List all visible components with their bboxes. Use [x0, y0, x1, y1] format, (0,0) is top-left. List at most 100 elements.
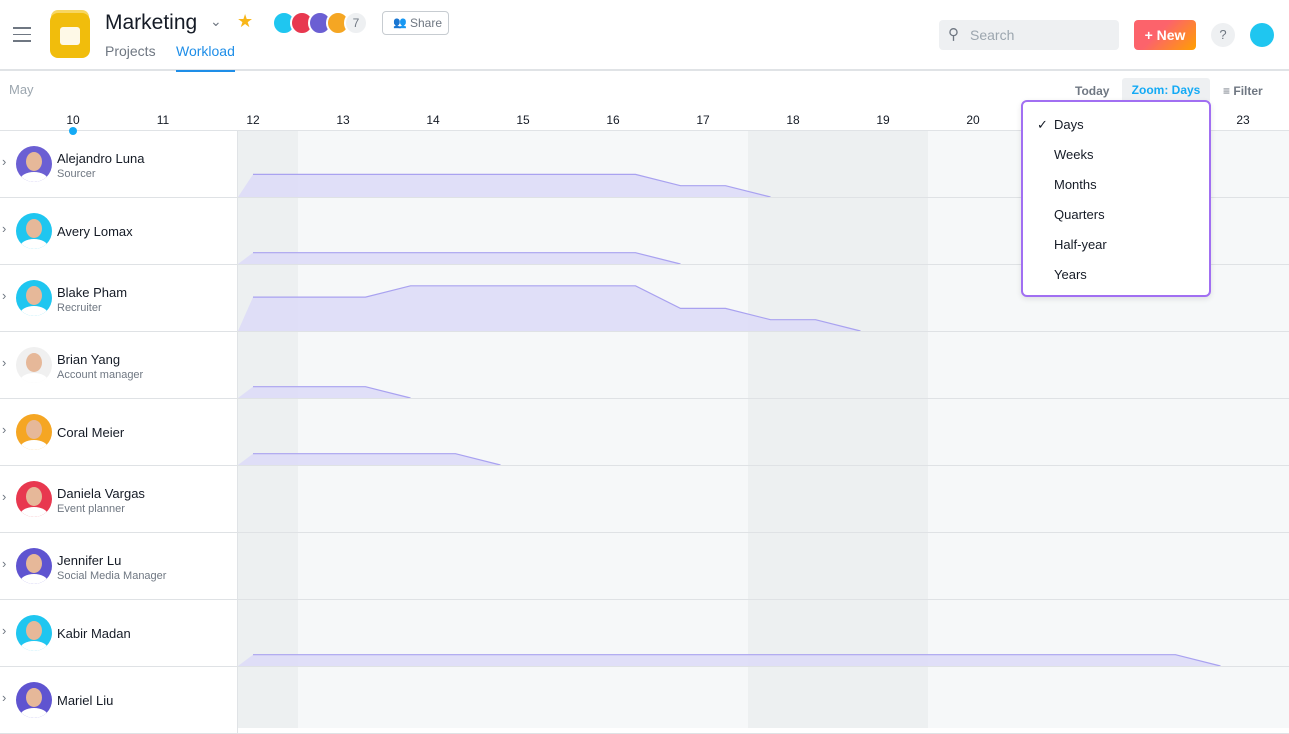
avatar-body: [20, 507, 48, 517]
chevron-right-icon[interactable]: ›: [2, 556, 6, 571]
chevron-right-icon[interactable]: ›: [2, 422, 6, 437]
chevron-right-icon[interactable]: ›: [2, 489, 6, 504]
month-label: May: [9, 82, 34, 97]
avatar-body: [20, 172, 48, 182]
day-label: 14: [426, 113, 440, 127]
chevron-right-icon[interactable]: ›: [2, 154, 6, 169]
chevron-right-icon[interactable]: ›: [2, 355, 6, 370]
search-placeholder: Search: [970, 27, 1015, 43]
avatar-body: [20, 641, 48, 651]
day-label: 20: [966, 113, 980, 127]
person-row[interactable]: › Kabir Madan: [0, 600, 1289, 667]
zoom-option-years[interactable]: Years: [1054, 267, 1087, 282]
tab-workload[interactable]: Workload: [176, 43, 235, 72]
share-label: Share: [410, 16, 443, 30]
person-row[interactable]: › Daniela Vargas Event planner: [0, 466, 1289, 533]
avatar-face: [26, 688, 42, 707]
day-label: 12: [246, 113, 260, 127]
chevron-right-icon[interactable]: ›: [2, 690, 6, 705]
chevron-right-icon[interactable]: ›: [2, 221, 6, 236]
person-name: Avery Lomax: [57, 224, 133, 239]
person-cell: › Daniela Vargas Event planner: [0, 466, 238, 532]
top-bar: Marketing ⌄ ★ Projects Workload 7 👥 Share…: [0, 0, 1289, 72]
help-button[interactable]: ?: [1211, 23, 1235, 47]
hamburger-menu-icon[interactable]: [13, 27, 31, 47]
zoom-option-weeks[interactable]: Weeks: [1054, 147, 1094, 162]
zoom-option-days[interactable]: ✓ Days: [1037, 117, 1084, 132]
avatar: [16, 213, 52, 249]
zoom-option-label: Years: [1054, 267, 1087, 282]
filter-icon: ≡: [1223, 84, 1231, 98]
people-icon: 👥: [393, 17, 407, 29]
filter-button[interactable]: ≡ Filter: [1223, 84, 1263, 98]
avatar: [16, 347, 52, 383]
person-role: Recruiter: [57, 302, 102, 314]
day-label: 19: [876, 113, 890, 127]
star-icon[interactable]: ★: [237, 11, 253, 32]
project-title: Marketing: [105, 11, 198, 34]
filter-label: Filter: [1233, 84, 1263, 98]
person-name: Daniela Vargas: [57, 486, 145, 501]
day-label: 18: [786, 113, 800, 127]
avatar: [16, 682, 52, 718]
today-button[interactable]: Today: [1075, 84, 1109, 98]
person-row[interactable]: › Mariel Liu: [0, 667, 1289, 734]
person-name: Kabir Madan: [57, 626, 131, 641]
zoom-option-months[interactable]: Months: [1054, 177, 1097, 192]
person-cell: › Blake Pham Recruiter: [0, 265, 238, 331]
day-label: 10: [66, 113, 80, 127]
member-count: 7: [344, 11, 368, 35]
share-button[interactable]: 👥 Share: [382, 11, 449, 35]
zoom-option-half-year[interactable]: Half-year: [1054, 237, 1107, 252]
person-row[interactable]: › Brian Yang Account manager: [0, 332, 1289, 399]
avatar-face: [26, 487, 42, 506]
person-name: Blake Pham: [57, 285, 128, 300]
person-cell: › Jennifer Lu Social Media Manager: [0, 533, 238, 599]
avatar-body: [20, 306, 48, 316]
person-cell: › Brian Yang Account manager: [0, 332, 238, 398]
day-label: 16: [606, 113, 620, 127]
avatar: [16, 548, 52, 584]
person-row[interactable]: › Coral Meier: [0, 399, 1289, 466]
person-row[interactable]: › Jennifer Lu Social Media Manager: [0, 533, 1289, 600]
members-facepile[interactable]: 7: [272, 11, 368, 35]
person-name: Mariel Liu: [57, 693, 114, 708]
project-icon: [50, 13, 90, 58]
avatar-face: [26, 353, 42, 372]
avatar: [16, 146, 52, 182]
person-role: Account manager: [57, 369, 144, 381]
zoom-option-label: Months: [1054, 177, 1097, 192]
avatar-body: [20, 373, 48, 383]
search-input[interactable]: ⚲ Search: [939, 20, 1119, 50]
chevron-right-icon[interactable]: ›: [2, 288, 6, 303]
day-label: 13: [336, 113, 350, 127]
avatar-face: [26, 621, 42, 640]
zoom-option-quarters[interactable]: Quarters: [1054, 207, 1105, 222]
person-cell: › Alejandro Luna Sourcer: [0, 131, 238, 197]
zoom-option-label: Quarters: [1054, 207, 1105, 222]
avatar: [16, 615, 52, 651]
zoom-option-label: Half-year: [1054, 237, 1107, 252]
person-role: Event planner: [57, 503, 125, 515]
person-cell: › Kabir Madan: [0, 600, 238, 666]
person-cell: › Mariel Liu: [0, 667, 238, 733]
new-button[interactable]: + New: [1134, 20, 1196, 50]
tab-projects[interactable]: Projects: [105, 43, 156, 70]
avatar-face: [26, 554, 42, 573]
person-name: Alejandro Luna: [57, 151, 145, 166]
avatar-face: [26, 286, 42, 305]
chevron-right-icon[interactable]: ›: [2, 623, 6, 638]
user-avatar[interactable]: [1250, 23, 1274, 47]
zoom-option-label: Weeks: [1054, 147, 1094, 162]
new-label: New: [1156, 27, 1186, 43]
person-name: Jennifer Lu: [57, 553, 122, 568]
avatar: [16, 481, 52, 517]
day-label: 17: [696, 113, 710, 127]
chevron-down-icon[interactable]: ⌄: [210, 13, 222, 30]
day-label: 15: [516, 113, 530, 127]
person-role: Sourcer: [57, 168, 96, 180]
person-role: Social Media Manager: [57, 570, 167, 582]
person-name: Coral Meier: [57, 425, 125, 440]
avatar: [16, 280, 52, 316]
avatar-body: [20, 574, 48, 584]
